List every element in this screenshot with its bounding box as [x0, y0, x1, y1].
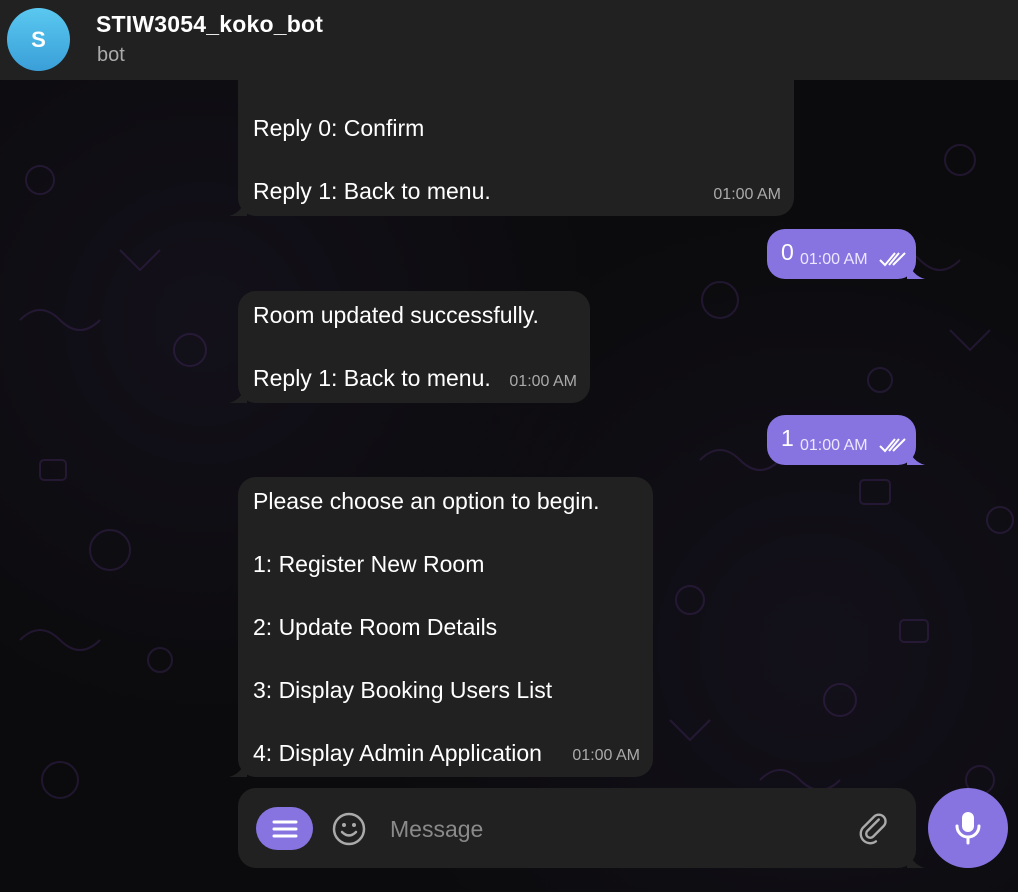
message-text: 0: [781, 239, 794, 265]
message-time: 01:00 AM: [509, 372, 577, 390]
message-line: Room updated successfully.: [253, 302, 539, 328]
menu-icon: [272, 820, 297, 837]
bot-avatar[interactable]: S: [7, 8, 70, 71]
avatar-letter: S: [31, 26, 46, 52]
chat-title[interactable]: STIW3054_koko_bot: [96, 11, 323, 38]
chat-subtitle: bot: [97, 44, 125, 66]
message-line: Reply 1: Back to menu.: [253, 178, 491, 204]
incoming-message[interactable]: Please choose an option to begin. 1: Reg…: [238, 477, 653, 777]
paperclip-icon[interactable]: [858, 812, 892, 846]
smile-icon[interactable]: [332, 812, 366, 846]
outgoing-message[interactable]: 0 01:00 AM: [767, 229, 916, 279]
message-text: 1: [781, 425, 794, 451]
double-check-icon: [879, 252, 906, 267]
message-time: 01:00 AM: [800, 251, 868, 268]
message-time: 01:00 AM: [572, 746, 640, 764]
message-line: 2: Update Room Details: [253, 614, 498, 640]
message-line: 3: Display Booking Users List: [253, 677, 553, 703]
message-time: 01:00 AM: [713, 185, 781, 203]
message-input[interactable]: [388, 808, 832, 850]
incoming-message[interactable]: Reply 0: Confirm Reply 1: Back to menu. …: [238, 80, 794, 216]
message-line: Please choose an option to begin.: [253, 488, 600, 514]
message-line: 1: Register New Room: [253, 551, 485, 577]
double-check-icon: [879, 438, 906, 453]
incoming-message[interactable]: Room updated successfully. Reply 1: Back…: [238, 291, 590, 403]
message-time: 01:00 AM: [800, 437, 868, 454]
microphone-icon: [955, 812, 981, 845]
message-composer: [238, 788, 916, 868]
message-line: Reply 0: Confirm: [253, 115, 425, 141]
bot-menu-button[interactable]: [256, 807, 313, 850]
chat-header: S STIW3054_koko_bot bot: [0, 0, 1018, 80]
voice-record-button[interactable]: [928, 788, 1008, 868]
outgoing-message[interactable]: 1 01:00 AM: [767, 415, 916, 465]
